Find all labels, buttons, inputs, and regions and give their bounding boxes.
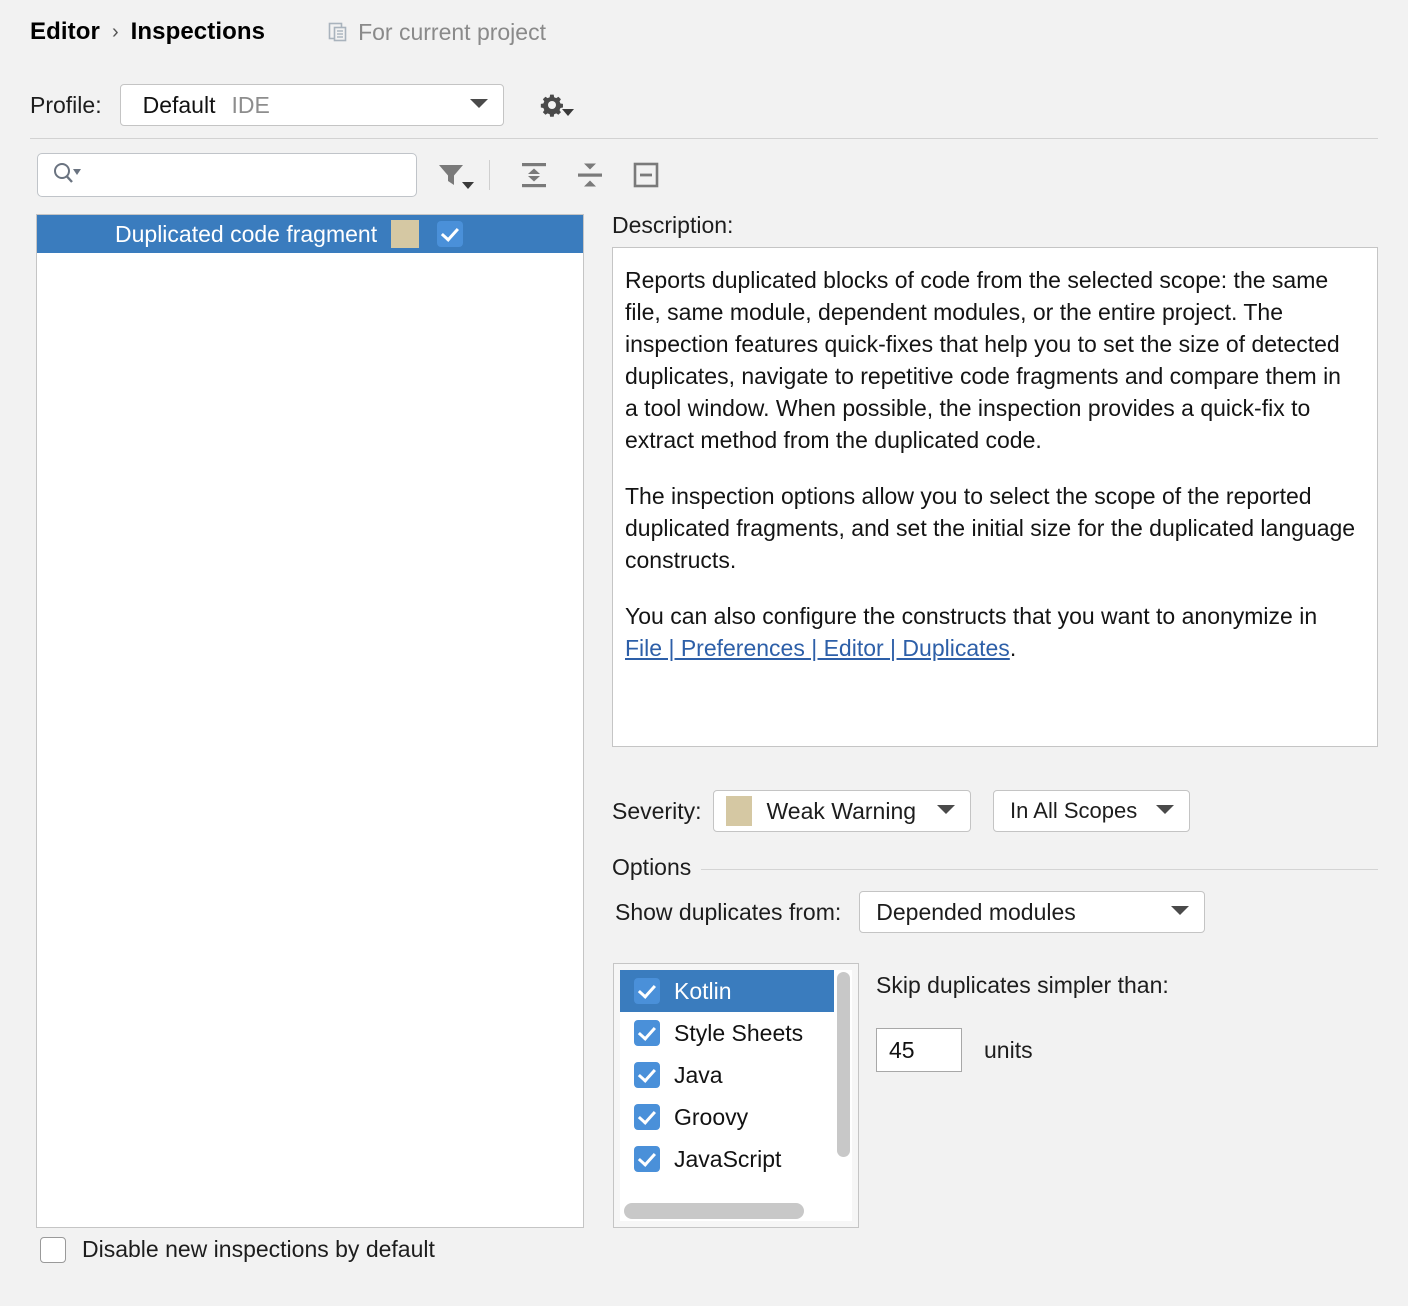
tree-row[interactable]: Duplicated code fragment xyxy=(37,215,583,253)
header-divider xyxy=(30,138,1378,139)
filter-dropdown-arrow-icon xyxy=(462,176,474,194)
profile-settings-button[interactable] xyxy=(534,87,574,123)
languages-inner: Kotlin Style Sheets Java Groovy JavaScri… xyxy=(620,970,852,1221)
language-label: Kotlin xyxy=(674,977,732,1004)
collapse-box-button[interactable] xyxy=(624,153,668,197)
profile-row: Profile: Default IDE xyxy=(30,84,574,126)
profile-name: Default xyxy=(142,91,216,118)
options-section-title: Options xyxy=(612,854,702,881)
show-duplicates-row: Show duplicates from: Depended modules xyxy=(615,891,1206,933)
inspection-toolbar xyxy=(37,153,668,197)
search-field[interactable] xyxy=(37,153,417,197)
toolbar-divider xyxy=(489,160,490,190)
inspection-tree[interactable]: Duplicated code fragment xyxy=(36,214,584,1228)
breadcrumb-separator: › xyxy=(111,21,119,43)
options-separator xyxy=(612,869,1378,870)
description-panel: Reports duplicated blocks of code from t… xyxy=(612,247,1378,747)
severity-label: Severity: xyxy=(612,797,702,824)
search-icon xyxy=(51,160,81,191)
description-paragraph-1: Reports duplicated blocks of code from t… xyxy=(625,267,1341,453)
page-title: Inspections xyxy=(130,18,266,45)
language-checkbox[interactable] xyxy=(634,1020,660,1046)
language-checkbox[interactable] xyxy=(634,1104,660,1130)
languages-horizontal-scrollbar-track[interactable] xyxy=(620,1203,834,1219)
project-copy-icon xyxy=(327,21,349,43)
expand-all-icon xyxy=(522,163,546,188)
language-checkbox[interactable] xyxy=(634,1146,660,1172)
show-duplicates-label: Show duplicates from: xyxy=(615,898,842,925)
list-item[interactable]: Groovy xyxy=(620,1096,834,1138)
language-checkbox[interactable] xyxy=(634,978,660,1004)
description-label: Description: xyxy=(612,212,734,238)
languages-list[interactable]: Kotlin Style Sheets Java Groovy JavaScri… xyxy=(620,970,834,1191)
inspection-name: Duplicated code fragment xyxy=(115,220,378,247)
severity-row: Severity: Weak Warning In All Scopes xyxy=(612,790,1191,832)
profile-kind: IDE xyxy=(231,91,270,118)
chevron-down-icon xyxy=(1155,802,1175,820)
language-label: JavaScript xyxy=(674,1145,782,1172)
collapse-box-icon xyxy=(633,162,659,188)
profile-label: Profile: xyxy=(30,91,102,118)
severity-value: Weak Warning xyxy=(766,797,917,824)
description-paragraph-3: You can also configure the constructs th… xyxy=(625,600,1359,664)
description-link-prefix: You can also configure the constructs th… xyxy=(625,603,1318,629)
list-item[interactable]: Style Sheets xyxy=(620,1012,834,1054)
chevron-down-icon xyxy=(469,96,489,114)
show-duplicates-value: Depended modules xyxy=(876,898,1076,925)
languages-vertical-scrollbar[interactable] xyxy=(837,972,850,1157)
list-item[interactable]: Kotlin xyxy=(620,970,834,1012)
inspection-enabled-checkbox[interactable] xyxy=(437,221,464,247)
duplicates-preferences-link[interactable]: File | Preferences | Editor | Duplicates xyxy=(625,635,1010,661)
severity-scope-select[interactable]: In All Scopes xyxy=(993,790,1191,832)
list-item[interactable]: Java xyxy=(620,1054,834,1096)
skip-duplicates-label: Skip duplicates simpler than: xyxy=(876,972,1169,998)
severity-color-swatch xyxy=(391,220,420,248)
languages-panel[interactable]: Kotlin Style Sheets Java Groovy JavaScri… xyxy=(613,963,859,1228)
severity-swatch-icon xyxy=(726,796,753,826)
severity-scope-value: In All Scopes xyxy=(1010,798,1138,823)
description-link-suffix: . xyxy=(1009,635,1017,661)
language-label: Groovy xyxy=(674,1103,749,1130)
list-item[interactable]: JavaScript xyxy=(620,1138,834,1180)
show-duplicates-select[interactable]: Depended modules xyxy=(859,891,1206,933)
skip-duplicates-row: units xyxy=(876,1028,1033,1072)
chevron-down-icon xyxy=(936,802,956,820)
scope-note-label: For current project xyxy=(358,18,546,45)
disable-new-inspections-checkbox[interactable] xyxy=(40,1236,66,1263)
disable-new-inspections-row[interactable]: Disable new inspections by default xyxy=(40,1236,435,1263)
breadcrumb: Editor › Inspections For current project xyxy=(30,16,546,48)
profile-select[interactable]: Default IDE xyxy=(119,84,504,126)
chevron-down-icon xyxy=(1170,903,1190,921)
units-label: units xyxy=(984,1036,1033,1063)
severity-select[interactable]: Weak Warning xyxy=(713,790,972,832)
collapse-all-button[interactable] xyxy=(568,153,612,197)
collapse-all-icon xyxy=(578,163,602,187)
scope-note: For current project xyxy=(327,19,546,46)
breadcrumb-root: Editor xyxy=(30,18,100,45)
disable-new-inspections-label: Disable new inspections by default xyxy=(82,1236,435,1262)
languages-horizontal-scrollbar[interactable] xyxy=(624,1203,804,1219)
skip-duplicates-input[interactable] xyxy=(876,1028,962,1072)
gear-dropdown-arrow-icon xyxy=(561,103,574,121)
filter-button[interactable] xyxy=(429,153,474,197)
search-input[interactable] xyxy=(89,162,393,188)
language-label: Style Sheets xyxy=(674,1019,804,1046)
expand-all-button[interactable] xyxy=(512,153,556,197)
language-checkbox[interactable] xyxy=(634,1062,660,1088)
language-label: Java xyxy=(674,1061,723,1088)
description-paragraph-2: The inspection options allow you to sele… xyxy=(625,483,1356,573)
